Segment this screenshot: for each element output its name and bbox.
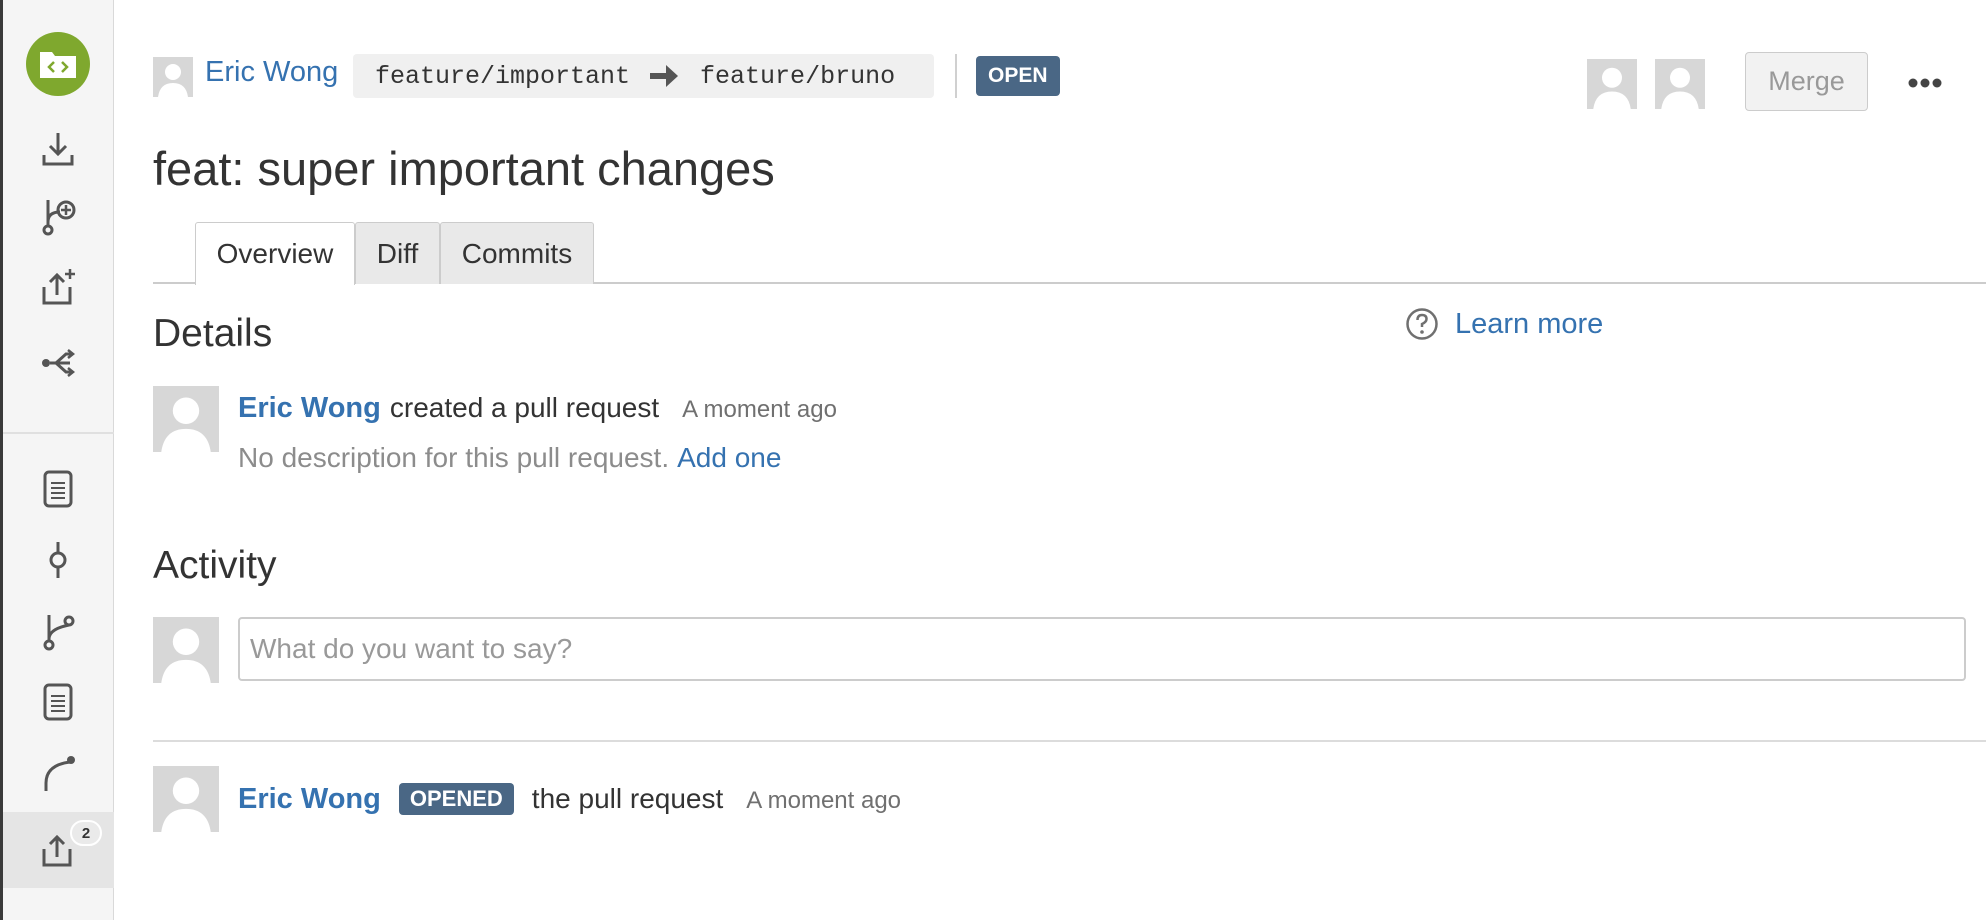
sidebar-item-fork[interactable]: [24, 334, 92, 392]
author-link[interactable]: Eric Wong: [205, 56, 338, 89]
download-icon: [42, 133, 74, 166]
sidebar-item-forks[interactable]: [24, 744, 92, 802]
tab-overview[interactable]: Overview: [195, 222, 355, 285]
learn-more-label: Learn more: [1455, 307, 1604, 340]
reviewer-avatar[interactable]: [1587, 59, 1637, 109]
create-branch-icon: [42, 200, 76, 236]
user-silhouette-icon: [1593, 67, 1631, 109]
repository-avatar[interactable]: [26, 32, 90, 96]
author-avatar[interactable]: [153, 766, 219, 832]
sidebar-item-create-branch[interactable]: [24, 187, 92, 245]
author-avatar[interactable]: [153, 386, 219, 452]
activity-event: Eric Wong OPENED the pull request A mome…: [238, 783, 901, 817]
timestamp: A moment ago: [682, 396, 837, 423]
status-badge: OPEN: [976, 56, 1060, 96]
sidebar-item-create-pull-request[interactable]: [24, 258, 92, 316]
more-actions-button[interactable]: [1906, 68, 1944, 98]
sidebar-item-branches[interactable]: [24, 602, 92, 660]
learn-more-link[interactable]: Learn more: [1405, 307, 1603, 341]
folder-code-icon: [40, 52, 76, 78]
commits-icon: [49, 542, 67, 578]
branch-flow: feature/important feature/bruno: [353, 54, 934, 98]
branches-icon: [43, 615, 75, 651]
tab-diff[interactable]: Diff: [355, 222, 440, 284]
comment-input[interactable]: [238, 617, 1966, 681]
user-silhouette-icon: [161, 397, 211, 452]
page-title: feat: super important changes: [153, 142, 775, 195]
forks-icon: [44, 756, 75, 791]
create-pull-request-icon: [42, 269, 75, 305]
activity-divider: [153, 740, 1986, 742]
more-icon: [1908, 78, 1942, 88]
add-description-link[interactable]: Add one: [677, 442, 781, 474]
sidebar-item-source[interactable]: [24, 460, 92, 518]
header-divider: [955, 54, 957, 98]
reviewer-avatar[interactable]: [1655, 59, 1705, 109]
user-silhouette-icon: [161, 777, 211, 832]
sidebar-item-clone[interactable]: [24, 120, 92, 178]
details-heading: Details: [153, 312, 273, 355]
sidebar-item-files[interactable]: [24, 673, 92, 731]
user-silhouette-icon: [1661, 67, 1699, 109]
no-description-text: No description for this pull request.: [238, 442, 670, 473]
help-icon: [1406, 308, 1438, 340]
description-line: No description for this pull request. Ad…: [238, 442, 781, 474]
user-link[interactable]: Eric Wong: [238, 783, 381, 816]
source-icon: [43, 470, 73, 508]
user-silhouette-icon: [158, 64, 188, 97]
pr-created-entry: Eric Wong created a pull request A momen…: [238, 392, 837, 425]
source-branch: feature/important: [375, 61, 631, 91]
timestamp: A moment ago: [746, 787, 902, 814]
current-user-avatar[interactable]: [153, 617, 219, 683]
sidebar-divider: [3, 432, 114, 434]
source-files-icon: [43, 683, 73, 721]
pull-requests-count-badge: 2: [70, 820, 102, 846]
event-text: the pull request: [531, 783, 724, 814]
opened-badge: OPENED: [398, 783, 514, 815]
merge-button[interactable]: Merge: [1745, 52, 1868, 111]
tab-commits[interactable]: Commits: [440, 222, 594, 284]
created-action-text: created a pull request: [389, 392, 660, 423]
window-edge: [0, 0, 3, 920]
sidebar-item-commits[interactable]: [24, 531, 92, 589]
user-silhouette-icon: [161, 628, 211, 683]
target-branch: feature/bruno: [700, 61, 896, 91]
activity-heading: Activity: [153, 544, 277, 587]
fork-icon: [42, 349, 76, 377]
author-avatar[interactable]: [153, 57, 193, 97]
user-link[interactable]: Eric Wong: [238, 392, 381, 425]
arrow-right-icon: [648, 63, 682, 89]
sidebar: 2: [0, 0, 114, 920]
